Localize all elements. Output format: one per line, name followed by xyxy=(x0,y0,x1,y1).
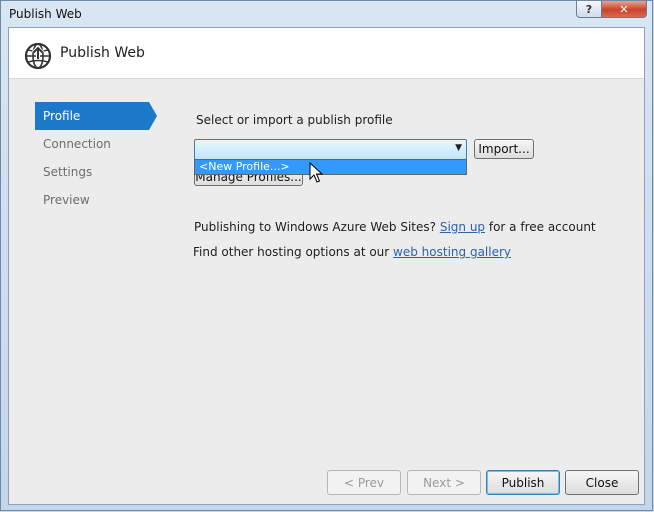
nav-item-settings[interactable]: Settings xyxy=(35,158,147,186)
help-icon: ? xyxy=(585,2,593,16)
nav-item-label: Settings xyxy=(43,165,93,179)
sign-up-link[interactable]: Sign up xyxy=(440,220,485,234)
nav-item-connection[interactable]: Connection xyxy=(35,130,147,158)
page-title: Publish Web xyxy=(60,45,145,61)
azure-signup-text: Publishing to Windows Azure Web Sites? S… xyxy=(194,220,596,234)
publish-button[interactable]: Publish xyxy=(486,470,560,495)
prev-button[interactable]: < Prev xyxy=(327,470,401,495)
dialog-body: Publish Web Profile Connection Settings … xyxy=(8,27,645,505)
web-hosting-gallery-link[interactable]: web hosting gallery xyxy=(393,245,511,259)
next-button[interactable]: Next > xyxy=(407,470,481,495)
azure-text-before: Publishing to Windows Azure Web Sites? xyxy=(194,220,440,234)
help-button[interactable]: ? xyxy=(576,1,602,18)
profile-select-label: Select or import a publish profile xyxy=(196,113,393,127)
close-button[interactable]: Close xyxy=(565,470,639,495)
dropdown-arrow-icon[interactable]: ▼ xyxy=(455,143,462,153)
azure-text-after: for a free account xyxy=(485,220,596,234)
nav-item-profile[interactable]: Profile xyxy=(35,102,157,130)
wizard-nav: Profile Connection Settings Preview xyxy=(35,102,157,214)
profile-combobox[interactable]: ▼ xyxy=(194,139,467,160)
publish-web-dialog: Publish Web ? ✕ Publish Web Profile Conn… xyxy=(0,0,653,511)
hosting-options-text: Find other hosting options at our web ho… xyxy=(193,245,511,259)
profile-dropdown-list: <New Profile...> xyxy=(194,159,467,175)
title-bar[interactable]: Publish Web ? ✕ xyxy=(1,1,652,27)
window-title: Publish Web xyxy=(9,7,82,21)
mouse-pointer-icon xyxy=(309,162,323,183)
dialog-header: Publish Web xyxy=(9,28,644,79)
dropdown-option-new-profile[interactable]: <New Profile...> xyxy=(195,160,466,174)
title-bar-buttons: ? ✕ xyxy=(576,1,647,18)
window-close-button[interactable]: ✕ xyxy=(602,1,647,18)
import-button[interactable]: Import... xyxy=(474,139,534,159)
nav-item-preview[interactable]: Preview xyxy=(35,186,147,214)
globe-publish-icon xyxy=(24,42,52,70)
hosting-text-before: Find other hosting options at our xyxy=(193,245,394,259)
close-icon: ✕ xyxy=(619,2,629,16)
nav-item-label: Connection xyxy=(43,137,111,151)
nav-item-label: Preview xyxy=(43,193,90,207)
nav-item-label: Profile xyxy=(43,109,81,123)
